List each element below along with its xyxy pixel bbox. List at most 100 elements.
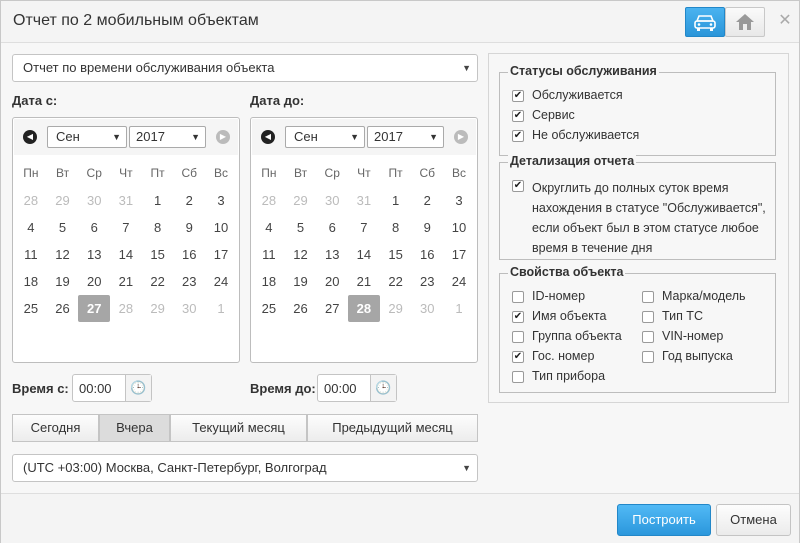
month-select[interactable]: Сен ▼ <box>285 126 365 148</box>
report-type-select[interactable]: Отчет по времени обслуживания объекта ▼ <box>12 54 478 82</box>
calendar-day[interactable]: 23 <box>173 268 205 295</box>
calendar-day[interactable]: 16 <box>173 241 205 268</box>
calendar-day[interactable]: 27 <box>316 295 348 322</box>
calendar-day[interactable]: 12 <box>47 241 79 268</box>
calendar-day[interactable]: 20 <box>78 268 110 295</box>
property-checkbox[interactable]: ✔ <box>512 351 524 363</box>
calendar-day[interactable]: 28 <box>253 187 285 214</box>
cancel-button[interactable]: Отмена <box>716 504 791 536</box>
calendar-day[interactable]: 29 <box>380 295 412 322</box>
property-checkbox[interactable] <box>642 351 654 363</box>
calendar-day[interactable]: 2 <box>411 187 443 214</box>
calendar-day[interactable]: 3 <box>443 187 475 214</box>
property-checkbox[interactable] <box>512 291 524 303</box>
calendar-day[interactable]: 17 <box>205 241 237 268</box>
prev-month-icon[interactable]: ◀ <box>261 130 275 144</box>
calendar-day[interactable]: 9 <box>173 214 205 241</box>
calendar-day[interactable]: 13 <box>316 241 348 268</box>
calendar-day[interactable]: 30 <box>411 295 443 322</box>
calendar-day[interactable]: 1 <box>142 187 174 214</box>
round-days-checkbox[interactable]: ✔ <box>512 180 524 192</box>
calendar-day[interactable]: 21 <box>110 268 142 295</box>
month-select[interactable]: Сен ▼ <box>47 126 127 148</box>
status-checkbox[interactable]: ✔ <box>512 90 524 102</box>
calendar-day[interactable]: 1 <box>443 295 475 322</box>
calendar-day[interactable]: 7 <box>348 214 380 241</box>
calendar-day[interactable]: 19 <box>47 268 79 295</box>
calendar-day[interactable]: 21 <box>348 268 380 295</box>
calendar-day[interactable]: 14 <box>110 241 142 268</box>
build-button[interactable]: Построить <box>617 504 711 536</box>
quick-range-yesterday[interactable]: Вчера <box>99 414 170 442</box>
calendar-day[interactable]: 4 <box>253 214 285 241</box>
calendar-day[interactable]: 28 <box>15 187 47 214</box>
calendar-day[interactable]: 30 <box>316 187 348 214</box>
quick-range-today[interactable]: Сегодня <box>12 414 99 442</box>
calendar-day[interactable]: 6 <box>78 214 110 241</box>
calendar-day[interactable]: 22 <box>380 268 412 295</box>
calendar-day[interactable]: 18 <box>15 268 47 295</box>
calendar-day[interactable]: 29 <box>47 187 79 214</box>
property-checkbox[interactable] <box>512 331 524 343</box>
calendar-day[interactable]: 17 <box>443 241 475 268</box>
quick-range-current-month[interactable]: Текущий месяц <box>170 414 307 442</box>
calendar-day[interactable]: 12 <box>285 241 317 268</box>
calendar-day[interactable]: 3 <box>205 187 237 214</box>
calendar-day[interactable]: 7 <box>110 214 142 241</box>
time-from-input[interactable]: 00:00 🕒 <box>72 374 152 402</box>
calendar-day[interactable]: 5 <box>47 214 79 241</box>
property-checkbox[interactable] <box>642 311 654 323</box>
calendar-day[interactable]: 26 <box>47 295 79 322</box>
home-mode-button[interactable] <box>725 7 765 37</box>
calendar-day[interactable]: 13 <box>78 241 110 268</box>
calendar-day[interactable]: 1 <box>205 295 237 322</box>
calendar-day[interactable]: 4 <box>15 214 47 241</box>
calendar-day[interactable]: 15 <box>142 241 174 268</box>
calendar-day[interactable]: 8 <box>380 214 412 241</box>
property-checkbox[interactable] <box>642 331 654 343</box>
calendar-day[interactable]: 16 <box>411 241 443 268</box>
calendar-day[interactable]: 11 <box>253 241 285 268</box>
status-checkbox[interactable]: ✔ <box>512 130 524 142</box>
calendar-day[interactable]: 18 <box>253 268 285 295</box>
calendar-day[interactable]: 22 <box>142 268 174 295</box>
calendar-day[interactable]: 26 <box>285 295 317 322</box>
calendar-day[interactable]: 19 <box>285 268 317 295</box>
calendar-day[interactable]: 28 <box>348 295 380 322</box>
calendar-day[interactable]: 2 <box>173 187 205 214</box>
calendar-day[interactable]: 31 <box>110 187 142 214</box>
close-icon[interactable]: ✕ <box>775 11 795 31</box>
year-select[interactable]: 2017 ▼ <box>367 126 444 148</box>
calendar-day[interactable]: 30 <box>173 295 205 322</box>
property-checkbox[interactable]: ✔ <box>512 311 524 323</box>
next-month-icon[interactable]: ▶ <box>216 130 230 144</box>
car-mode-button[interactable] <box>685 7 725 37</box>
calendar-day[interactable]: 28 <box>110 295 142 322</box>
calendar-day[interactable]: 29 <box>285 187 317 214</box>
calendar-day[interactable]: 6 <box>316 214 348 241</box>
calendar-day[interactable]: 29 <box>142 295 174 322</box>
time-to-input[interactable]: 00:00 🕒 <box>317 374 397 402</box>
calendar-day[interactable]: 11 <box>15 241 47 268</box>
property-checkbox[interactable] <box>512 371 524 383</box>
prev-month-icon[interactable]: ◀ <box>23 130 37 144</box>
calendar-day[interactable]: 25 <box>15 295 47 322</box>
calendar-day[interactable]: 15 <box>380 241 412 268</box>
calendar-day[interactable]: 23 <box>411 268 443 295</box>
timezone-select[interactable]: (UTC +03:00) Москва, Санкт-Петербург, Во… <box>12 454 478 482</box>
calendar-day[interactable]: 24 <box>443 268 475 295</box>
calendar-day[interactable]: 24 <box>205 268 237 295</box>
calendar-day[interactable]: 8 <box>142 214 174 241</box>
calendar-day[interactable]: 30 <box>78 187 110 214</box>
clock-icon[interactable]: 🕒 <box>370 375 396 401</box>
next-month-icon[interactable]: ▶ <box>454 130 468 144</box>
property-checkbox[interactable] <box>642 291 654 303</box>
quick-range-previous-month[interactable]: Предыдущий месяц <box>307 414 478 442</box>
calendar-day[interactable]: 31 <box>348 187 380 214</box>
calendar-day[interactable]: 10 <box>205 214 237 241</box>
clock-icon[interactable]: 🕒 <box>125 375 151 401</box>
calendar-day[interactable]: 14 <box>348 241 380 268</box>
calendar-day[interactable]: 20 <box>316 268 348 295</box>
year-select[interactable]: 2017 ▼ <box>129 126 206 148</box>
calendar-day[interactable]: 9 <box>411 214 443 241</box>
